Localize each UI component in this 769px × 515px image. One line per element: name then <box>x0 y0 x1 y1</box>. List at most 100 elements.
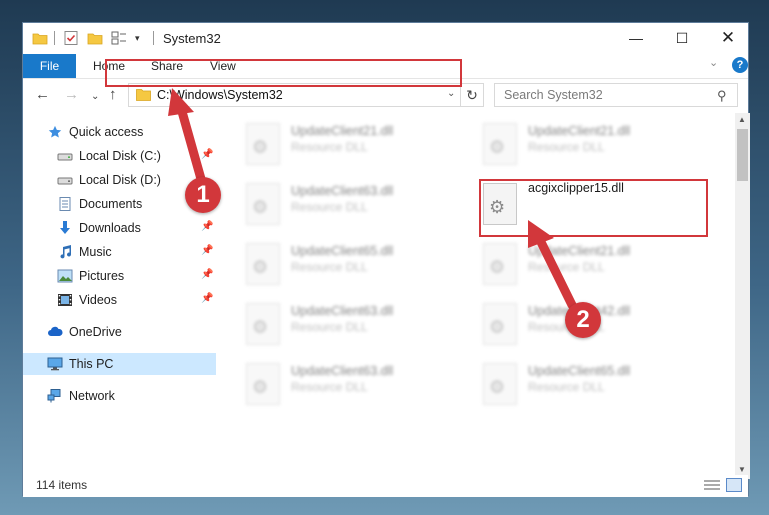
file-item[interactable]: ⚙ UpdateClient63.dll Resource DLL <box>246 179 466 229</box>
dll-file-icon: ⚙ <box>246 363 280 405</box>
pin-icon[interactable]: 📌 <box>201 245 213 256</box>
file-description: Resource DLL <box>291 320 368 334</box>
network-icon <box>47 388 61 403</box>
large-icons-view-icon[interactable] <box>726 478 742 492</box>
folder-icon[interactable] <box>32 30 48 46</box>
pin-icon[interactable]: 📌 <box>201 293 213 304</box>
sidebar-item-this-pc[interactable]: This PC <box>23 353 216 375</box>
sidebar-item-label: Downloads <box>79 221 141 235</box>
file-item[interactable]: ⚙ UpdateClient21.dll Resource DLL <box>246 119 466 169</box>
close-button[interactable]: ✕ <box>705 23 751 53</box>
vertical-scrollbar[interactable]: ▲ ▼ <box>735 113 750 479</box>
sidebar-item-local-disk-c[interactable]: Local Disk (C:) <box>57 145 161 167</box>
pin-icon[interactable]: 📌 <box>201 269 213 280</box>
address-bar[interactable]: C:\Windows\System32 ⌄ <box>128 83 481 107</box>
search-icon[interactable]: ⚲ <box>717 88 727 104</box>
scroll-down-arrow-icon[interactable]: ▼ <box>738 465 746 474</box>
file-item[interactable]: ⚙ UpdateClient63.dll Resource DLL <box>246 299 466 349</box>
sidebar-item-onedrive[interactable]: OneDrive <box>47 321 122 343</box>
music-note-icon <box>60 244 72 259</box>
minimize-button[interactable]: — <box>613 23 659 53</box>
pin-icon[interactable]: 📌 <box>201 149 213 160</box>
file-description: Resource DLL <box>528 380 605 394</box>
sidebar-item-label: Local Disk (C:) <box>79 149 161 163</box>
help-icon[interactable]: ? <box>732 57 748 73</box>
folder-icon <box>136 89 151 101</box>
item-count: 114 items <box>36 478 88 492</box>
file-name: UpdateClient21.dll <box>528 244 631 258</box>
dll-file-icon: ⚙ <box>483 123 517 165</box>
sidebar-item-pictures[interactable]: Pictures <box>57 265 124 287</box>
title-bar: ▾ System32 — ☐ ✕ <box>23 23 748 54</box>
sidebar-item-documents[interactable]: Documents <box>57 193 142 215</box>
scroll-up-arrow-icon[interactable]: ▲ <box>738 115 746 124</box>
file-description: Resource DLL <box>528 260 605 274</box>
dll-file-icon: ⚙ <box>483 303 517 345</box>
sidebar-item-quick-access[interactable]: Quick access <box>47 121 143 143</box>
file-explorer-window: ▾ System32 — ☐ ✕ File Home Share View ⌄ … <box>22 22 750 497</box>
details-view-icon[interactable] <box>704 479 720 491</box>
refresh-icon[interactable]: ↻ <box>460 83 484 107</box>
drive-icon <box>57 177 73 185</box>
file-item[interactable]: ⚙ UpdateClient65.dll Resource DLL <box>483 359 703 409</box>
pictures-icon <box>57 269 73 283</box>
address-path: C:\Windows\System32 <box>157 88 283 102</box>
file-name: acgixclipper15.dll <box>528 181 624 195</box>
file-name: UpdateClient65.dll <box>528 364 631 378</box>
sidebar-item-downloads[interactable]: Downloads <box>57 217 141 239</box>
file-item[interactable]: ⚙ UpdateClient65.dll Resource DLL <box>246 239 466 289</box>
scrollbar-thumb[interactable] <box>737 129 748 181</box>
file-description: Resource DLL <box>291 260 368 274</box>
dll-file-icon: ⚙ <box>483 183 517 225</box>
dll-file-icon: ⚙ <box>483 243 517 285</box>
sidebar-item-label: Music <box>79 245 112 259</box>
sidebar-item-music[interactable]: Music <box>57 241 112 263</box>
tab-home[interactable]: Home <box>93 54 125 78</box>
file-name: UpdateClient65.dll <box>291 244 394 258</box>
file-item-acgixclipper15[interactable]: ⚙ acgixclipper15.dll <box>483 179 703 229</box>
ribbon-tabs: File Home Share View ⌄ ? <box>23 54 748 79</box>
file-item[interactable]: ⚙ UpdateClient21.dll Resource DLL <box>483 239 703 289</box>
file-name: UpdateClient63.dll <box>291 184 394 198</box>
customize-toolbar-icon[interactable] <box>111 30 127 46</box>
new-folder-icon[interactable] <box>87 30 103 46</box>
file-item[interactable]: ⚙ UpdateClient21.dll Resource DLL <box>483 119 703 169</box>
recent-locations-chevron-icon[interactable]: ⌄ <box>91 89 99 105</box>
tab-share[interactable]: Share <box>151 54 183 78</box>
search-box[interactable]: Search System32 ⚲ <box>494 83 738 107</box>
file-name: UpdateClient63.dll <box>291 304 394 318</box>
file-item[interactable]: ⚙ UpdateClient63.dll Resource DLL <box>246 359 466 409</box>
sidebar-item-label: Videos <box>79 293 117 307</box>
tab-view[interactable]: View <box>210 54 236 78</box>
sidebar-item-videos[interactable]: Videos <box>57 289 117 311</box>
search-placeholder: Search System32 <box>504 88 603 102</box>
maximize-button[interactable]: ☐ <box>659 23 705 53</box>
dll-file-icon: ⚙ <box>246 183 280 225</box>
window-title: System32 <box>163 31 221 46</box>
documents-icon <box>59 196 71 211</box>
up-arrow-icon[interactable]: ↑ <box>109 87 117 103</box>
properties-check-icon[interactable] <box>63 30 79 46</box>
tab-file[interactable]: File <box>23 54 76 78</box>
film-icon <box>58 293 72 306</box>
download-arrow-icon <box>60 220 70 234</box>
sidebar-item-network[interactable]: Network <box>47 385 115 407</box>
sidebar-item-label: Documents <box>79 197 143 211</box>
file-description: Resource DLL <box>291 200 368 214</box>
quick-access-dropdown-icon[interactable]: ▾ <box>135 30 151 46</box>
file-description: Resource DLL <box>291 380 368 394</box>
dll-file-icon: ⚙ <box>246 243 280 285</box>
forward-arrow-icon[interactable]: → <box>64 87 79 103</box>
address-dropdown-icon[interactable]: ⌄ <box>447 88 455 99</box>
back-arrow-icon[interactable]: ← <box>35 87 50 103</box>
step-badge-2: 2 <box>565 302 601 338</box>
file-list: ⚙ UpdateClient21.dll Resource DLL ⚙ Upda… <box>218 113 736 479</box>
sidebar-item-label: Network <box>69 389 115 403</box>
step-badge-1: 1 <box>185 177 221 213</box>
drive-icon <box>57 153 73 161</box>
file-description: Resource DLL <box>528 140 605 154</box>
sidebar-item-label: Local Disk (D:) <box>79 173 161 187</box>
sidebar-item-local-disk-d[interactable]: Local Disk (D:) <box>57 169 161 191</box>
expand-ribbon-chevron-icon[interactable]: ⌄ <box>709 56 718 69</box>
pin-icon[interactable]: 📌 <box>201 221 213 232</box>
